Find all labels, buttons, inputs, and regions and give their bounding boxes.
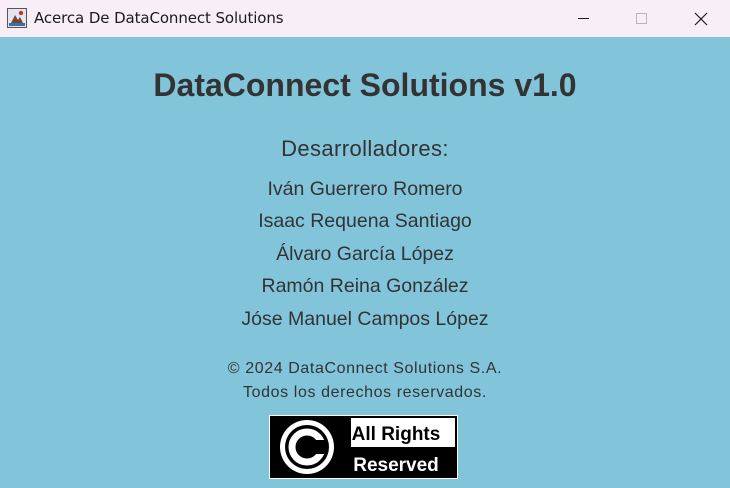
java-app-icon: [7, 8, 27, 28]
title-bar: Acerca De DataConnect Solutions: [0, 0, 730, 37]
all-rights-reserved-badge: All Rights Reserved: [269, 415, 458, 479]
rights-line: Todos los derechos reservados.: [243, 384, 487, 401]
about-panel: DataConnect Solutions v1.0 Desarrollador…: [0, 37, 730, 488]
copyright-icon: [280, 420, 334, 474]
window-title: Acerca De DataConnect Solutions: [34, 9, 284, 27]
minimize-button[interactable]: [555, 0, 613, 37]
maximize-button[interactable]: [613, 0, 671, 37]
developer-name: Iván Guerrero Romero: [267, 178, 463, 200]
developers-heading: Desarrolladores:: [281, 136, 449, 161]
developer-name: Álvaro García López: [276, 243, 454, 265]
developer-name: Jóse Manuel Campos López: [241, 308, 489, 330]
copyright-line: © 2024 DataConnect Solutions S.A.: [227, 360, 503, 377]
developer-name: Isaac Requena Santiago: [258, 210, 472, 232]
developer-name: Ramón Reina González: [261, 275, 469, 297]
close-icon: [694, 12, 708, 26]
badge-line2: Reserved: [353, 455, 439, 476]
product-heading: DataConnect Solutions v1.0: [153, 67, 577, 103]
maximize-icon: [636, 13, 647, 24]
minimize-icon: [578, 18, 589, 19]
badge-line1: All Rights: [352, 424, 441, 445]
close-button[interactable]: [672, 0, 730, 37]
